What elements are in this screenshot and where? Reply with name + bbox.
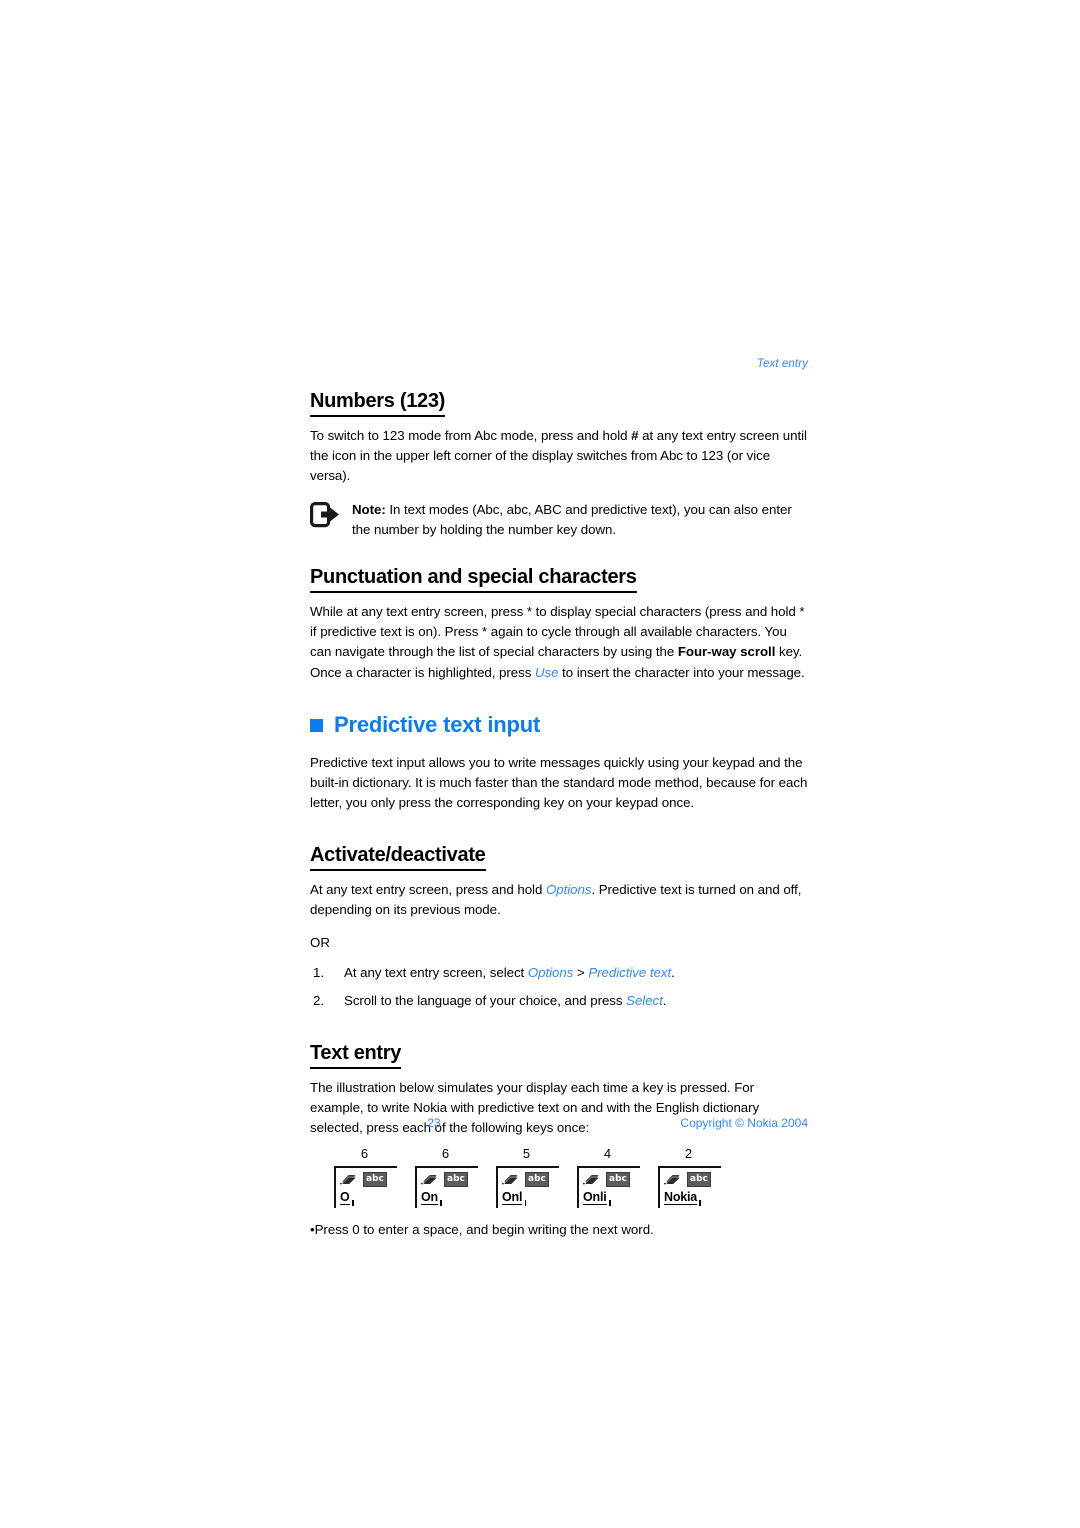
heading-predictive-text-input: Predictive text input — [310, 711, 808, 737]
text-entry-heading-wrap: Text entry — [310, 1042, 808, 1078]
page-content: Text entry Numbers (123) To switch to 12… — [310, 358, 808, 1240]
key-label: 5 — [522, 1146, 531, 1162]
step2-link-select[interactable]: Select — [626, 993, 663, 1008]
note-arrow-icon — [310, 501, 340, 530]
phone-screen: abc Nokia — [658, 1166, 721, 1209]
input-mode-badge: abc — [687, 1171, 711, 1187]
screen-status-bar: abc — [664, 1171, 721, 1187]
input-mode-badge: abc — [606, 1171, 630, 1187]
input-mode-badge: abc — [363, 1171, 387, 1187]
screen-word: Onl — [502, 1190, 527, 1206]
display-sequence-illustration: 6 abc O 6 abc On 5 abc Onl 4 abc Onli 2 … — [334, 1146, 808, 1209]
step1-link-predictive-text[interactable]: Predictive text — [588, 965, 671, 980]
display-cell: 5 abc Onl — [496, 1146, 577, 1209]
list-item: 2. Scroll to the language of your choice,… — [310, 991, 808, 1011]
space-key-note: •Press 0 to enter a space, and begin wri… — [310, 1220, 808, 1240]
activate-heading-wrap: Activate/deactivate — [310, 844, 808, 880]
activate-part1: At any text entry screen, press and hold — [310, 881, 546, 897]
numbers-body: To switch to 123 mode from Abc mode, pre… — [310, 426, 808, 487]
punctuation-part3: to insert the character into your messag… — [558, 664, 805, 680]
copyright-notice: Copyright © Nokia 2004 — [680, 1116, 808, 1130]
step2-part2: . — [662, 993, 667, 1009]
list-item: 1. At any text entry screen, select Optio… — [310, 963, 808, 983]
heading-text-entry: Text entry — [310, 1042, 401, 1069]
activate-body: At any text entry screen, press and hold… — [310, 880, 808, 920]
document-page: Text entry Numbers (123) To switch to 12… — [0, 0, 1080, 1528]
punctuation-link-use[interactable]: Use — [535, 665, 559, 680]
step1-link-options[interactable]: Options — [528, 965, 574, 980]
dictionary-icon — [664, 1175, 680, 1185]
space-key-note-text: Press 0 to enter a space, and begin writ… — [314, 1222, 654, 1238]
note-block: Note: In text modes (Abc, abc, ABC and p… — [310, 500, 808, 540]
predictive-body: Predictive text input allows you to writ… — [310, 755, 808, 811]
screen-status-bar: abc — [421, 1171, 478, 1187]
step-number: 1. — [313, 965, 324, 981]
display-cell: 6 abc On — [415, 1146, 496, 1209]
screen-status-bar: abc — [340, 1171, 397, 1187]
punctuation-heading-wrap: Punctuation and special characters — [310, 566, 808, 602]
key-label: 6 — [360, 1146, 369, 1162]
input-mode-badge: abc — [444, 1171, 468, 1187]
heading-predictive-label: Predictive text input — [334, 711, 541, 737]
numbers-hash-symbol: # — [631, 428, 639, 443]
phone-screen: abc Onli — [577, 1166, 640, 1209]
phone-screen: abc O — [334, 1166, 397, 1209]
input-mode-badge: abc — [525, 1171, 549, 1187]
dictionary-icon — [340, 1175, 356, 1185]
phone-screen: abc On — [415, 1166, 478, 1209]
screen-word: On — [421, 1190, 442, 1206]
display-cell: 2 abc Nokia — [658, 1146, 739, 1209]
note-body: In text modes (Abc, abc, ABC and predict… — [352, 501, 792, 537]
numbers-body-part1: To switch to 123 mode from Abc mode, pre… — [310, 428, 632, 443]
note-label: Note: — [352, 501, 386, 517]
screen-word: O — [340, 1190, 353, 1206]
heading-punctuation: Punctuation and special characters — [310, 566, 637, 594]
key-label: 6 — [441, 1146, 450, 1162]
page-number: 23 — [427, 1116, 441, 1130]
step1-part1: At any text entry screen, select — [344, 965, 528, 981]
activate-steps-list: 1. At any text entry screen, select Optio… — [310, 963, 808, 1011]
step1-part2: > — [573, 965, 589, 981]
screen-status-bar: abc — [502, 1171, 559, 1187]
step2-part1: Scroll to the language of your choice, a… — [344, 993, 627, 1009]
running-header: Text entry — [756, 358, 808, 370]
heading-numbers: Numbers (123) — [310, 390, 445, 417]
dictionary-icon — [421, 1175, 437, 1185]
dictionary-icon — [583, 1175, 599, 1185]
step-number: 2. — [313, 993, 324, 1009]
punctuation-bold-fourway: Four-way scroll — [677, 644, 776, 660]
activate-link-options[interactable]: Options — [546, 882, 592, 897]
note-text: Note: In text modes (Abc, abc, ABC and p… — [352, 500, 808, 540]
punctuation-body: While at any text entry screen, press * … — [310, 602, 808, 683]
screen-status-bar: abc — [583, 1171, 640, 1187]
display-cell: 4 abc Onli — [577, 1146, 658, 1209]
dictionary-icon — [502, 1175, 518, 1185]
screen-word: Onli — [583, 1190, 610, 1206]
page-footer: 23 Copyright © Nokia 2004 — [310, 1116, 808, 1130]
phone-screen: abc Onl — [496, 1166, 559, 1209]
display-cell: 6 abc O — [334, 1146, 415, 1209]
numbers-heading-wrap: Numbers (123) — [310, 390, 808, 426]
key-label: 2 — [684, 1146, 693, 1162]
key-label: 4 — [603, 1146, 612, 1162]
step1-part3: . — [671, 965, 675, 981]
heading-activate-deactivate: Activate/deactivate — [310, 844, 486, 871]
screen-word: Nokia — [664, 1190, 702, 1206]
or-separator: OR — [310, 935, 330, 951]
square-bullet-icon — [310, 719, 323, 733]
